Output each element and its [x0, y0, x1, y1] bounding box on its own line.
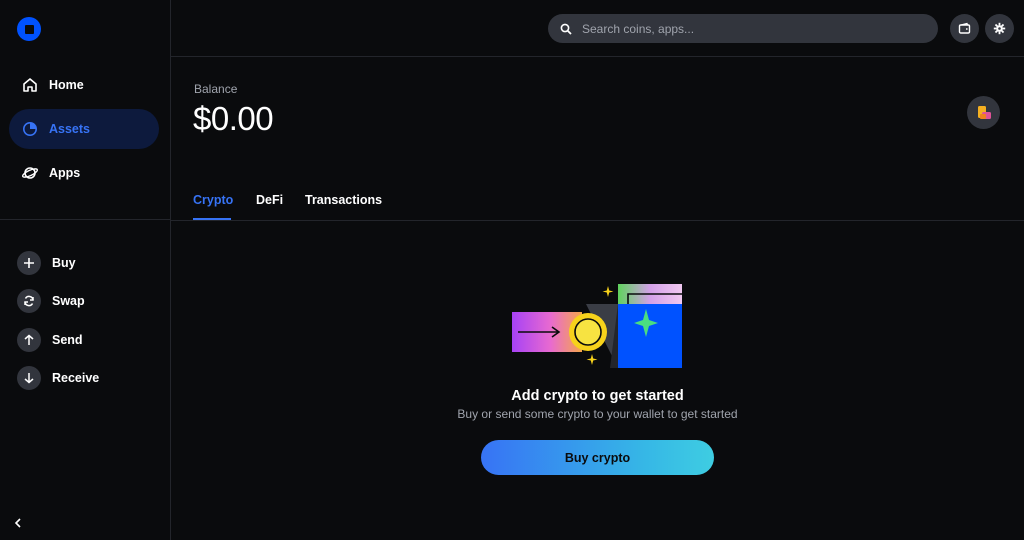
coinbase-wallet-logo[interactable] — [17, 17, 41, 41]
arrow-down-icon — [17, 366, 41, 390]
empty-state-subtitle: Buy or send some crypto to your wallet t… — [457, 407, 738, 421]
tab-defi[interactable]: DeFi — [256, 193, 283, 207]
tabs-divider — [171, 220, 1024, 221]
action-label: Send — [52, 333, 83, 347]
sidebar-item-label: Home — [49, 78, 84, 92]
wallet-icon — [958, 22, 971, 34]
buy-crypto-button[interactable]: Buy crypto — [481, 440, 714, 475]
gear-icon — [993, 22, 1006, 35]
tab-crypto[interactable]: Crypto — [193, 193, 233, 207]
home-icon — [21, 76, 39, 94]
sidebar-item-home[interactable]: Home — [9, 65, 159, 105]
avatar[interactable] — [967, 96, 1000, 129]
settings-button[interactable] — [985, 14, 1014, 43]
sidebar-item-label: Assets — [49, 122, 90, 136]
plus-icon — [17, 251, 41, 275]
action-label: Swap — [52, 294, 85, 308]
swap-action[interactable]: Swap — [17, 289, 85, 313]
buy-action[interactable]: Buy — [17, 251, 76, 275]
sidebar: Home Assets Apps Buy Swap Send Receive — [0, 0, 171, 540]
search-input[interactable] — [582, 21, 922, 36]
search-icon — [560, 23, 572, 35]
action-label: Buy — [52, 256, 76, 270]
balance-value: $0.00 — [193, 100, 274, 137]
pie-chart-icon — [21, 120, 39, 138]
balance-label: Balance — [194, 82, 238, 96]
wallet-button[interactable] — [950, 14, 979, 43]
receive-action[interactable]: Receive — [17, 366, 99, 390]
send-action[interactable]: Send — [17, 328, 83, 352]
avatar-icon — [977, 105, 991, 119]
planet-icon — [21, 164, 39, 182]
empty-state-illustration — [512, 284, 682, 368]
search-bar[interactable] — [548, 14, 938, 43]
sidebar-divider — [0, 219, 171, 220]
sidebar-item-apps[interactable]: Apps — [9, 153, 159, 193]
empty-state-title: Add crypto to get started — [511, 388, 684, 404]
swap-icon — [17, 289, 41, 313]
sidebar-item-label: Apps — [49, 166, 81, 180]
tab-transactions[interactable]: Transactions — [305, 193, 382, 207]
arrow-up-icon — [17, 328, 41, 352]
top-bar — [171, 0, 1024, 57]
sidebar-item-assets[interactable]: Assets — [9, 109, 159, 149]
action-label: Receive — [52, 371, 100, 385]
chevron-left-icon — [14, 518, 21, 528]
collapse-sidebar-button[interactable] — [10, 515, 26, 531]
